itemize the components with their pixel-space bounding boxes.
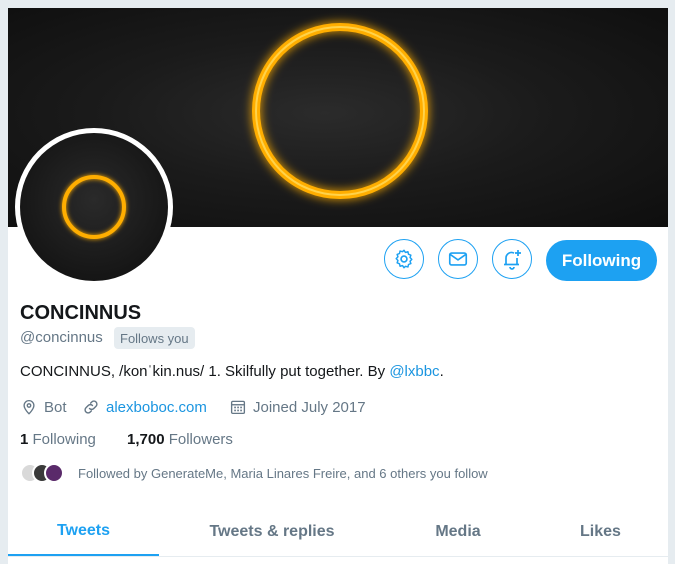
followers-stat[interactable]: 1,700 Followers bbox=[127, 431, 233, 448]
following-label: Following bbox=[32, 431, 96, 448]
settings-button[interactable] bbox=[384, 239, 424, 279]
bio-end: . bbox=[439, 363, 444, 380]
website[interactable]: alexboboc.com bbox=[82, 397, 207, 417]
profile-tabs: Tweets Tweets & replies Media Likes bbox=[8, 508, 668, 557]
message-button[interactable] bbox=[438, 239, 478, 279]
following-stat[interactable]: 1 Following bbox=[20, 431, 96, 448]
website-link[interactable]: alexboboc.com bbox=[106, 399, 207, 416]
location-text: Bot bbox=[44, 398, 67, 416]
profile-handle[interactable]: @concinnus bbox=[20, 329, 103, 346]
follows-you-badge: Follows you bbox=[114, 327, 195, 349]
tab-tweets-replies[interactable]: Tweets & replies bbox=[184, 508, 360, 556]
bell-plus-icon bbox=[504, 250, 521, 270]
calendar-icon bbox=[230, 400, 246, 415]
tab-media[interactable]: Media bbox=[393, 508, 523, 556]
join-date: Joined July 2017 bbox=[229, 397, 366, 417]
following-count: 1 bbox=[20, 431, 29, 448]
profile-bio: CONCINNUS, /konˈkin.nus/ 1. Skilfully pu… bbox=[20, 363, 444, 380]
profile-name: CONCINNUS bbox=[20, 302, 142, 324]
follower-avatar bbox=[44, 463, 64, 483]
followed-by-text: Followed by GenerateMe, Maria Linares Fr… bbox=[78, 465, 488, 481]
link-icon bbox=[84, 400, 98, 414]
followers-count: 1,700 bbox=[127, 431, 165, 448]
avatar[interactable] bbox=[15, 128, 173, 286]
envelope-icon bbox=[448, 252, 468, 266]
profile-card: Following CONCINNUS @concinnus Follows y… bbox=[8, 8, 668, 564]
following-button[interactable]: Following bbox=[546, 240, 657, 281]
followed-by[interactable]: Followed by GenerateMe, Maria Linares Fr… bbox=[20, 463, 488, 483]
tab-likes[interactable]: Likes bbox=[548, 508, 653, 556]
join-date-text: Joined July 2017 bbox=[253, 398, 366, 416]
location-pin-icon bbox=[23, 400, 35, 415]
tab-tweets[interactable]: Tweets bbox=[8, 508, 159, 556]
followers-label: Followers bbox=[168, 431, 233, 448]
bio-text: CONCINNUS, /konˈkin.nus/ 1. Skilfully pu… bbox=[20, 363, 390, 380]
gear-icon bbox=[395, 249, 413, 269]
bio-mention-link[interactable]: @lxbbc bbox=[389, 363, 439, 380]
location: Bot bbox=[20, 397, 67, 417]
notifications-button[interactable] bbox=[492, 239, 532, 279]
avatar-image bbox=[20, 133, 168, 281]
